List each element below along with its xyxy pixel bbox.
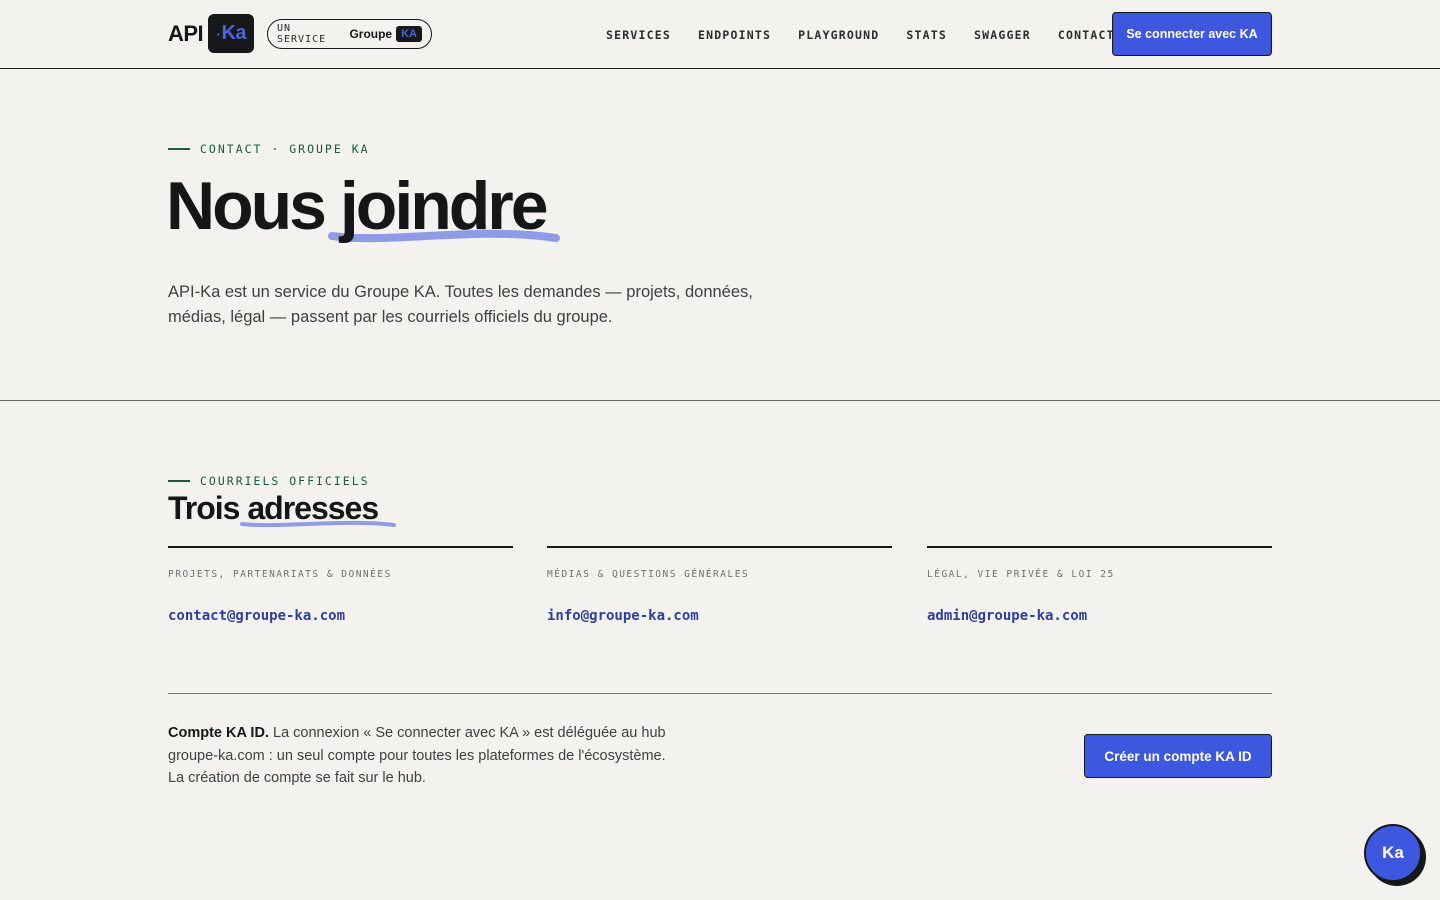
service-badge-group: Groupe: [349, 27, 393, 41]
service-badge-label: UN SERVICE: [277, 23, 327, 45]
nav-swagger[interactable]: SWAGGER: [974, 28, 1031, 42]
eyebrow-line: [168, 148, 190, 150]
section-title-highlight: adresses: [240, 490, 397, 528]
logo[interactable]: API · Ka: [168, 14, 255, 53]
address-category: MÉDIAS & QUESTIONS GÉNÉRALES: [547, 569, 750, 580]
hero-description: API-Ka est un service du Groupe KA. Tout…: [168, 283, 753, 326]
logo-api-text: API: [168, 20, 204, 46]
logo-ka-text: Ka: [221, 22, 247, 44]
hero-eyebrow: CONTACT · GROUPE KA: [168, 142, 370, 156]
address-email-link[interactable]: contact@groupe-ka.com: [168, 608, 513, 624]
section-title-part1: Trois: [168, 490, 240, 526]
nav-endpoints[interactable]: ENDPOINTS: [698, 28, 771, 42]
section-divider: [0, 400, 1440, 401]
ka-assistant-button[interactable]: Ka: [1364, 824, 1422, 882]
eyebrow-line: [168, 480, 190, 482]
address-card: MÉDIAS & QUESTIONS GÉNÉRALES info@groupe…: [547, 546, 892, 624]
account-info: Compte KA ID. La connexion « Se connecte…: [168, 722, 668, 790]
page-title-part2: joindre: [339, 168, 549, 244]
login-button[interactable]: Se connecter avec KA: [1112, 12, 1272, 56]
addresses-eyebrow: COURRIELS OFFICIELS: [168, 474, 370, 488]
nav-playground[interactable]: PLAYGROUND: [798, 28, 879, 42]
logo-ka-box: · Ka: [208, 14, 255, 53]
page-title-part1: Nous: [166, 168, 327, 244]
address-category: PROJETS, PARTENARIATS & DONNÉES: [168, 569, 392, 580]
site-header: API · Ka UN SERVICE Groupe KA SERVICES EN…: [0, 0, 1440, 69]
logo-dot-icon: ·: [216, 25, 221, 42]
address-email-link[interactable]: info@groupe-ka.com: [547, 608, 892, 624]
section-title: Trois adresses: [168, 490, 397, 528]
account-title: Compte KA ID.: [168, 725, 269, 741]
nav-stats[interactable]: STATS: [906, 28, 947, 42]
page-title: Nous joindre: [166, 172, 560, 243]
service-badge: UN SERVICE Groupe KA: [267, 19, 432, 49]
main-nav: SERVICES ENDPOINTS PLAYGROUND STATS SWAG…: [606, 28, 1115, 42]
address-category: LÉGAL, VIE PRIVÉE & LOI 25: [927, 569, 1115, 580]
account-divider: [168, 693, 1272, 694]
create-account-button[interactable]: Créer un compte KA ID: [1084, 734, 1272, 778]
nav-services[interactable]: SERVICES: [606, 28, 671, 42]
section-title-part2: adresses: [247, 490, 379, 526]
address-card: PROJETS, PARTENARIATS & DONNÉES contact@…: [168, 546, 513, 624]
hero-eyebrow-text: CONTACT · GROUPE KA: [200, 142, 370, 156]
address-email-link[interactable]: admin@groupe-ka.com: [927, 608, 1272, 624]
nav-contact[interactable]: CONTACT: [1058, 28, 1115, 42]
addresses-eyebrow-text: COURRIELS OFFICIELS: [200, 474, 370, 488]
page-title-highlight: joindre: [327, 172, 560, 243]
service-badge-ka: KA: [396, 26, 422, 42]
address-card: LÉGAL, VIE PRIVÉE & LOI 25 admin@groupe-…: [927, 546, 1272, 624]
